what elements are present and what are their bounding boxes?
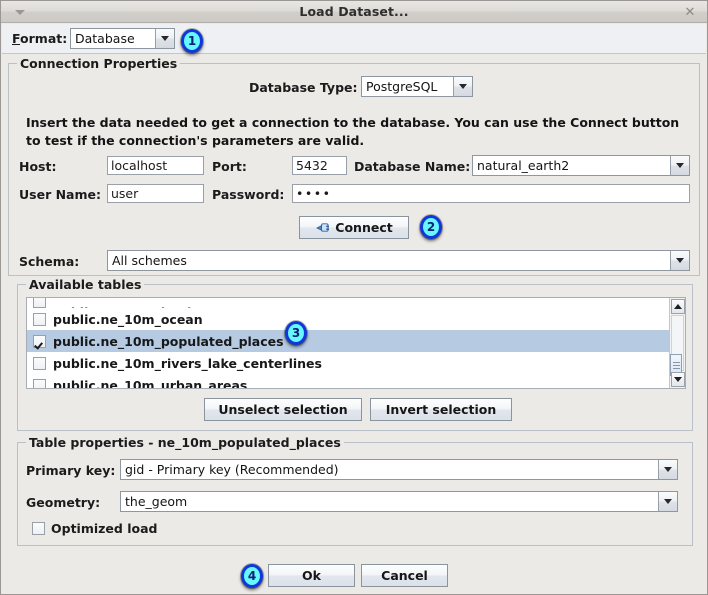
- chevron-down-icon[interactable]: [670, 156, 689, 175]
- callout-badge-1: 1: [181, 29, 203, 53]
- database-type-value: PostgreSQL: [362, 77, 453, 96]
- cancel-button-label: Cancel: [381, 568, 428, 583]
- unselect-selection-button[interactable]: Unselect selection: [204, 398, 362, 421]
- connect-button[interactable]: Connect: [299, 216, 409, 239]
- password-label: Password:: [212, 187, 285, 202]
- format-bar: Format: Database: [2, 24, 706, 54]
- schema-label: Schema:: [19, 254, 80, 269]
- schema-combo[interactable]: All schemes: [107, 250, 690, 271]
- scroll-down-icon[interactable]: [671, 372, 685, 387]
- table-row-checkbox[interactable]: [33, 298, 46, 308]
- table-list-scrollbar[interactable]: [669, 298, 685, 388]
- window-menu-button[interactable]: [7, 5, 33, 20]
- optimized-load-checkbox[interactable]: [32, 522, 45, 535]
- table-row[interactable]: public.ne_10m_rivers_lake_centerlines: [27, 352, 669, 374]
- connection-help-line-1: Insert the data needed to get a connecti…: [26, 115, 680, 130]
- chevron-down-icon[interactable]: [453, 77, 472, 96]
- table-row-label: public.ne_10m_land: [53, 305, 191, 308]
- geometry-label: Geometry:: [26, 495, 101, 510]
- callout-badge-3: 3: [285, 321, 307, 345]
- primary-key-combo[interactable]: gid - Primary key (Recommended): [120, 459, 678, 480]
- port-input[interactable]: 5432: [292, 156, 347, 175]
- schema-value: All schemes: [108, 251, 670, 270]
- connect-button-label: Connect: [335, 220, 393, 235]
- user-name-input[interactable]: user: [107, 184, 204, 203]
- caret-down-icon: [15, 10, 25, 15]
- chevron-down-icon[interactable]: [658, 460, 677, 479]
- table-row[interactable]: public.ne_10m_land: [27, 298, 669, 308]
- geometry-combo[interactable]: the_geom: [120, 491, 678, 512]
- connection-properties-title: Connection Properties: [17, 56, 181, 71]
- callout-badge-4: 4: [241, 564, 263, 588]
- table-row-checkbox[interactable]: [33, 356, 46, 370]
- optimized-load-checkbox-row[interactable]: Optimized load: [32, 521, 157, 536]
- invert-selection-label: Invert selection: [385, 402, 497, 417]
- primary-key-label: Primary key:: [26, 463, 116, 478]
- table-row[interactable]: public.ne_10m_urban_areas: [27, 374, 669, 389]
- host-input[interactable]: localhost: [107, 156, 204, 175]
- available-tables-list[interactable]: public.ne_10m_land public.ne_10m_ocean p…: [26, 297, 686, 389]
- table-row-label: public.ne_10m_urban_areas: [53, 377, 248, 389]
- database-type-combo[interactable]: PostgreSQL: [361, 76, 473, 97]
- table-row-label: public.ne_10m_rivers_lake_centerlines: [53, 355, 322, 371]
- geometry-value: the_geom: [121, 492, 658, 511]
- window-title: Load Dataset...: [299, 4, 409, 19]
- ok-button[interactable]: Ok: [268, 564, 355, 587]
- unselect-selection-label: Unselect selection: [218, 402, 348, 417]
- chevron-down-icon[interactable]: [658, 492, 677, 511]
- table-row-label: public.ne_10m_populated_places: [53, 333, 284, 349]
- table-row[interactable]: public.ne_10m_populated_places: [27, 330, 669, 352]
- callout-badge-2: 2: [420, 215, 442, 239]
- invert-selection-button[interactable]: Invert selection: [370, 398, 512, 421]
- database-name-value: natural_earth2: [473, 156, 670, 175]
- table-row[interactable]: public.ne_10m_ocean: [27, 308, 669, 330]
- close-icon[interactable]: ✕: [679, 4, 701, 20]
- database-name-combo[interactable]: natural_earth2: [472, 155, 690, 176]
- available-tables-title: Available tables: [26, 277, 145, 292]
- format-combo-value: Database: [71, 29, 155, 48]
- table-row-checkbox[interactable]: [33, 312, 46, 326]
- connection-help-line-2: to test if the connection's parameters a…: [26, 133, 365, 148]
- table-rows: public.ne_10m_land public.ne_10m_ocean p…: [27, 298, 669, 388]
- ok-button-label: Ok: [302, 568, 321, 583]
- cancel-button[interactable]: Cancel: [361, 564, 448, 587]
- password-input[interactable]: ••••: [292, 184, 690, 203]
- port-label: Port:: [212, 159, 247, 174]
- table-row-label: public.ne_10m_ocean: [53, 311, 203, 327]
- available-tables-group: Available tables public.ne_10m_land publ…: [17, 277, 693, 431]
- table-row-checkbox[interactable]: [33, 334, 46, 348]
- database-name-label: Database Name:: [354, 159, 471, 174]
- connection-help-text: Insert the data needed to get a connecti…: [26, 114, 686, 150]
- title-bar: Load Dataset... ✕: [1, 1, 707, 23]
- database-type-label: Database Type:: [249, 80, 358, 95]
- format-label: Format:: [12, 31, 68, 46]
- table-properties-title: Table properties - ne_10m_populated_plac…: [26, 435, 344, 450]
- chevron-down-icon[interactable]: [670, 251, 689, 270]
- user-name-label: User Name:: [19, 187, 101, 202]
- connection-properties-group: Connection Properties Database Type: Pos…: [8, 56, 700, 276]
- plug-icon: [316, 223, 330, 232]
- format-combo[interactable]: Database: [70, 28, 175, 49]
- table-properties-group: Table properties - ne_10m_populated_plac…: [17, 435, 693, 546]
- optimized-load-label: Optimized load: [51, 521, 158, 536]
- chevron-down-icon[interactable]: [155, 29, 174, 48]
- load-dataset-dialog: Load Dataset... ✕ Format: Database Conne…: [0, 0, 708, 595]
- scroll-up-icon[interactable]: [671, 299, 685, 314]
- host-label: Host:: [19, 159, 57, 174]
- table-row-checkbox[interactable]: [33, 378, 46, 388]
- primary-key-value: gid - Primary key (Recommended): [121, 460, 658, 479]
